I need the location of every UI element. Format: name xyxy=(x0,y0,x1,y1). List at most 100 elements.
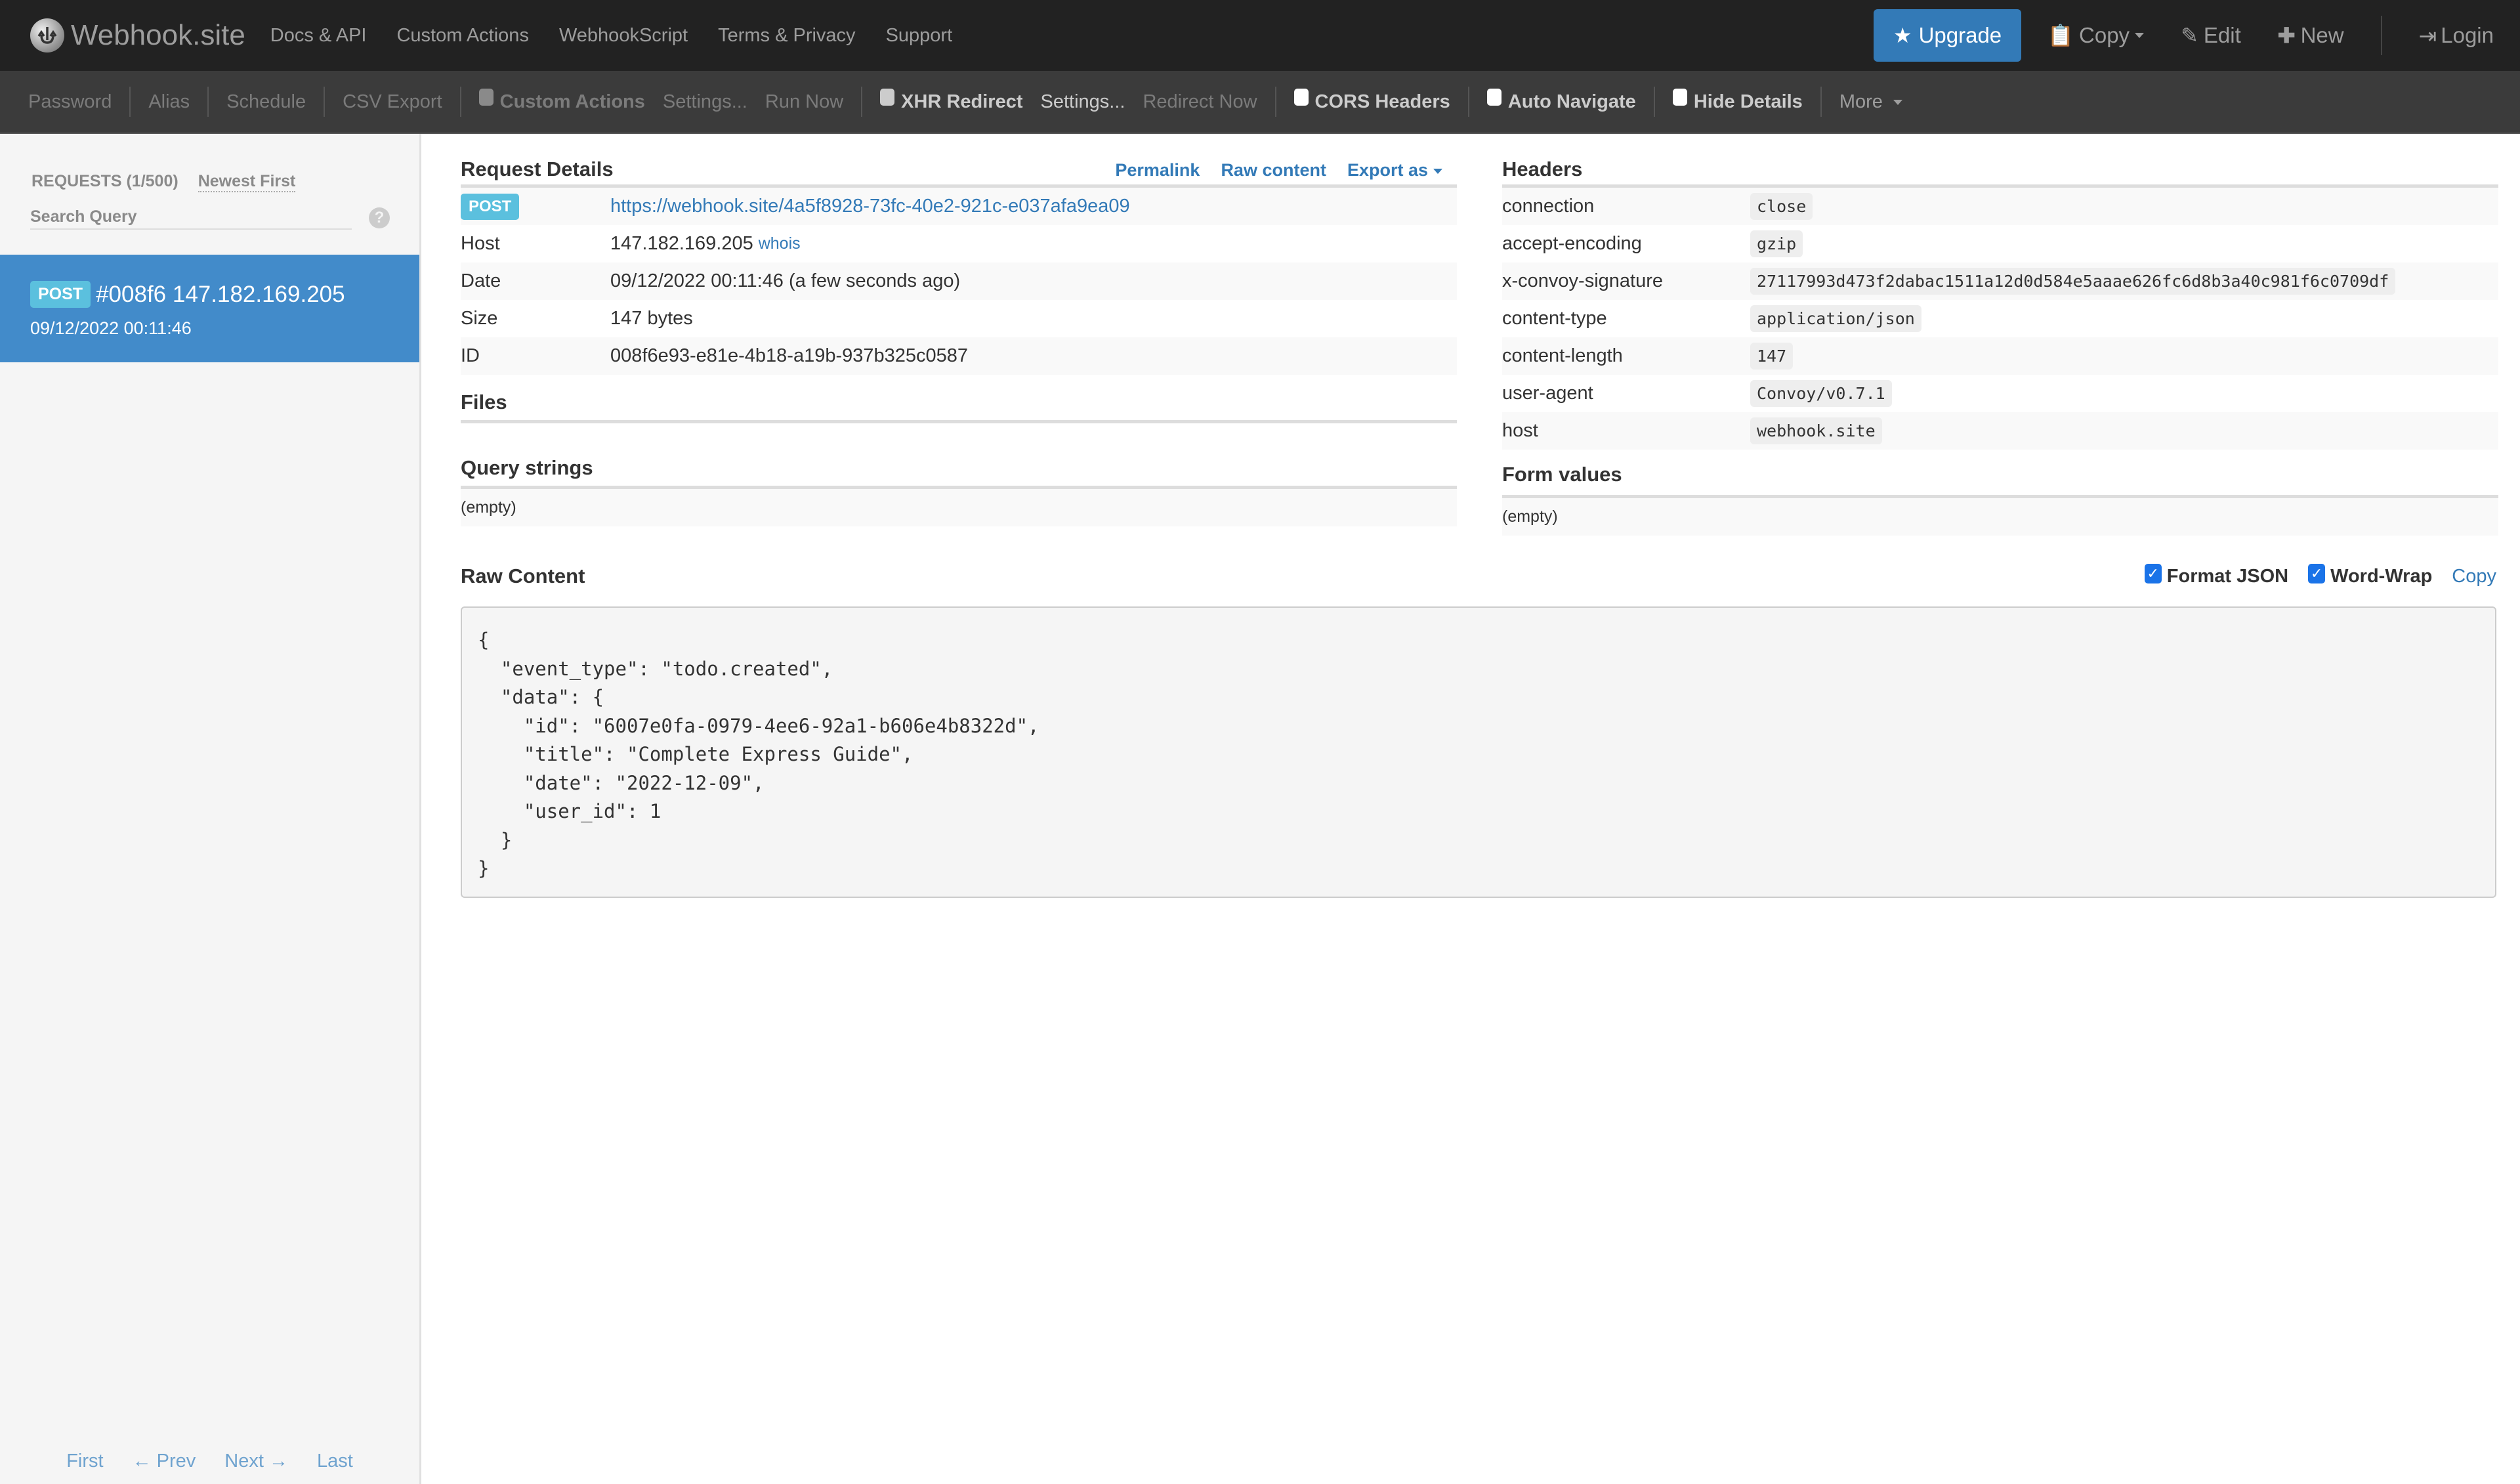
nav-links: Docs & API Custom Actions WebhookScript … xyxy=(270,25,982,47)
copy-label: Copy xyxy=(2079,23,2130,47)
upgrade-button[interactable]: ★ Upgrade xyxy=(1873,9,2022,62)
header-row: x-convoy-signature 27117993d473f2dabac151… xyxy=(1502,263,2498,300)
custom-actions-checkbox[interactable] xyxy=(478,89,494,106)
details-key: Size xyxy=(461,308,498,329)
header-key: accept-encoding xyxy=(1502,233,1642,254)
pager-next[interactable]: Next → xyxy=(224,1451,288,1472)
csv-export-button[interactable]: CSV Export xyxy=(325,91,460,113)
more-dropdown[interactable]: More xyxy=(1822,91,1920,113)
method-badge: POST xyxy=(461,193,520,220)
redirect-now-link[interactable]: Redirect Now xyxy=(1143,91,1257,113)
cors-headers-checkbox[interactable] xyxy=(1293,89,1309,106)
format-json-label: Format JSON xyxy=(2166,566,2289,587)
edit-icon: ✎ xyxy=(2181,24,2198,47)
plus-icon: ✚ xyxy=(2277,24,2296,47)
star-icon: ★ xyxy=(1893,24,1912,47)
edit-button[interactable]: ✎ Edit xyxy=(2181,23,2241,48)
details-value: 09/12/2022 00:11:46 (a few seconds ago) xyxy=(610,270,961,291)
clipboard-icon: 📋 xyxy=(2048,24,2074,47)
raw-content-options: ✓ Format JSON ✓ Word-Wrap Copy xyxy=(2144,563,2496,587)
login-button[interactable]: ⇥ Login xyxy=(2419,23,2494,49)
request-details-header: Request Details Permalink Raw content Ex… xyxy=(461,134,1457,188)
auto-navigate-label: Auto Navigate xyxy=(1507,91,1636,112)
nav-link-support[interactable]: Support xyxy=(886,25,953,47)
form-values-header: Form values xyxy=(1502,450,2498,498)
alias-button[interactable]: Alias xyxy=(131,91,207,113)
pager-last[interactable]: Last xyxy=(317,1451,353,1472)
xhr-redirect-label: XHR Redirect xyxy=(901,91,1023,112)
schedule-button[interactable]: Schedule xyxy=(209,91,324,113)
header-key: x-convoy-signature xyxy=(1502,270,1663,291)
request-details-title: Request Details xyxy=(461,158,614,180)
raw-content-link[interactable]: Raw content xyxy=(1221,160,1326,180)
hide-details-checkbox[interactable] xyxy=(1672,89,1687,106)
header-value: close xyxy=(1750,193,1813,220)
headers-header: Headers xyxy=(1502,134,2498,188)
hide-details-toggle[interactable]: Hide Details xyxy=(1655,89,1820,113)
password-button[interactable]: Password xyxy=(10,91,129,113)
word-wrap-label: Word-Wrap xyxy=(2330,566,2433,587)
run-now-link[interactable]: Run Now xyxy=(765,91,843,113)
new-button[interactable]: ✚ New xyxy=(2278,23,2344,48)
copy-raw-link[interactable]: Copy xyxy=(2452,566,2496,587)
query-strings-title: Query strings xyxy=(461,456,593,479)
details-value: 147.182.169.205 xyxy=(610,233,753,254)
header-key: connection xyxy=(1502,196,1595,217)
whois-link[interactable]: whois xyxy=(759,234,801,253)
nav-link-custom-actions[interactable]: Custom Actions xyxy=(396,25,528,47)
header-key: user-agent xyxy=(1502,383,1593,404)
cors-headers-toggle[interactable]: CORS Headers xyxy=(1276,89,1468,113)
raw-content-box: { "event_type": "todo.created", "data": … xyxy=(461,606,2496,898)
word-wrap-checkbox[interactable]: ✓ xyxy=(2308,563,2326,583)
copy-button[interactable]: 📋 Copy xyxy=(2048,23,2145,48)
pager-first[interactable]: First xyxy=(66,1451,103,1472)
xhr-settings-link[interactable]: Settings... xyxy=(1040,91,1125,113)
request-url-link[interactable]: https://webhook.site/4a5f8928-73fc-40e2-… xyxy=(610,196,1130,217)
header-value: 27117993d473f2dabac1511a12d0d584e5aaae62… xyxy=(1750,268,2396,295)
method-badge: POST xyxy=(30,281,91,308)
header-key: content-length xyxy=(1502,345,1623,366)
nav-right: ★ Upgrade 📋 Copy ✎ Edit ✚ New ⇥ Login xyxy=(1873,0,2520,71)
header-row: host webhook.site xyxy=(1502,412,2498,450)
nav-link-docs[interactable]: Docs & API xyxy=(270,25,367,47)
sort-order-toggle[interactable]: Newest First xyxy=(198,172,296,192)
xhr-redirect-toggle[interactable]: XHR Redirect Settings... Redirect Now xyxy=(862,89,1274,113)
cors-headers-label: CORS Headers xyxy=(1314,91,1450,112)
request-list-item[interactable]: POST #008f6 147.182.169.205 09/12/2022 0… xyxy=(0,255,419,362)
login-icon: ⇥ xyxy=(2418,23,2437,48)
details-row-url: POST https://webhook.site/4a5f8928-73fc-… xyxy=(461,188,1457,225)
details-value: 008f6e93-e81e-4b18-a19b-937b325c0587 xyxy=(610,345,969,366)
header-value: gzip xyxy=(1750,230,1803,257)
headers-title: Headers xyxy=(1502,158,1583,180)
upgrade-label: Upgrade xyxy=(1918,23,2002,47)
xhr-redirect-checkbox[interactable] xyxy=(880,89,895,106)
custom-actions-label: Custom Actions xyxy=(499,91,645,112)
custom-actions-toggle[interactable]: Custom Actions Settings... Run Now xyxy=(461,89,862,113)
header-row: accept-encoding gzip xyxy=(1502,225,2498,263)
format-json-checkbox[interactable]: ✓ xyxy=(2144,563,2162,583)
nav-link-webhookscript[interactable]: WebhookScript xyxy=(559,25,688,47)
nav-link-terms[interactable]: Terms & Privacy xyxy=(718,25,855,47)
search-query-input[interactable] xyxy=(30,205,352,230)
permalink-link[interactable]: Permalink xyxy=(1115,160,1200,180)
auto-navigate-toggle[interactable]: Auto Navigate xyxy=(1469,89,1654,113)
header-value: 147 xyxy=(1750,343,1794,370)
form-values-empty: (empty) xyxy=(1502,498,2498,536)
custom-actions-settings-link[interactable]: Settings... xyxy=(663,91,747,113)
help-icon[interactable]: ? xyxy=(369,207,390,228)
export-as-dropdown[interactable]: Export as xyxy=(1347,160,1442,180)
headers-column: Headers connection close accept-encoding g… xyxy=(1502,134,2498,536)
requests-count: REQUESTS (1/500) xyxy=(32,172,178,190)
webhook-logo-icon xyxy=(30,18,64,53)
header-row: user-agent Convoy/v0.7.1 xyxy=(1502,375,2498,412)
pager-prev[interactable]: ← Prev xyxy=(133,1451,196,1472)
brand-link[interactable]: Webhook.site xyxy=(30,18,245,53)
details-actions: Permalink Raw content Export as xyxy=(1094,160,1442,180)
auto-navigate-checkbox[interactable] xyxy=(1486,89,1502,106)
details-row-date: Date 09/12/2022 00:11:46 (a few seconds … xyxy=(461,263,1457,300)
details-row-host: Host 147.182.169.205 whois xyxy=(461,225,1457,263)
top-navbar: Webhook.site Docs & API Custom Actions W… xyxy=(0,0,2520,71)
headers-table: connection close accept-encoding gzip x-co… xyxy=(1502,188,2498,450)
details-key: ID xyxy=(461,345,480,366)
header-key: content-type xyxy=(1502,308,1607,329)
